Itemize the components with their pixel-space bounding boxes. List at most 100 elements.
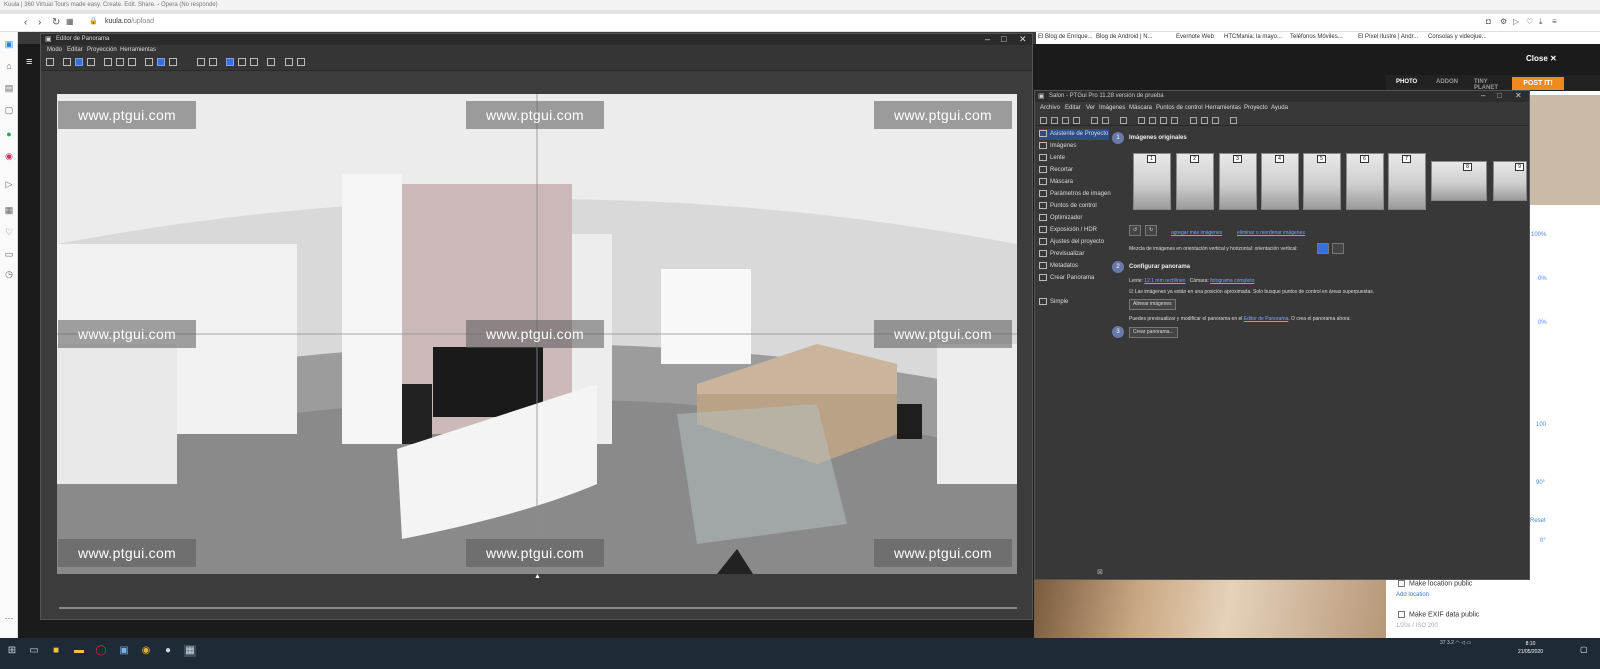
close-button[interactable]: Close ✕	[1526, 54, 1557, 63]
layers-icon[interactable]	[285, 58, 293, 66]
instagram-icon[interactable]: ◉	[3, 150, 15, 162]
close-icon[interactable]: ✕	[1515, 91, 1522, 100]
new-icon[interactable]	[1040, 117, 1047, 124]
news-icon[interactable]: ▤	[3, 82, 15, 94]
menu-icon[interactable]: ≡	[1552, 17, 1557, 26]
fit-icon[interactable]	[104, 58, 112, 66]
portrait-button[interactable]	[1317, 243, 1329, 254]
source-thumbnail[interactable]: 2	[1176, 153, 1214, 210]
undo-icon[interactable]	[1091, 117, 1098, 124]
help-icon[interactable]	[297, 58, 305, 66]
zoom-full-icon[interactable]	[1171, 117, 1178, 124]
menu-archivo[interactable]: Archivo	[1040, 105, 1060, 111]
source-thumbnail[interactable]: 1	[1133, 153, 1171, 210]
bookmark-item[interactable]: Teléfonos Móviles...	[1290, 34, 1343, 40]
add-location-link[interactable]: Add location	[1396, 592, 1429, 598]
source-thumbnail[interactable]: 3	[1219, 153, 1257, 210]
nav-recortar[interactable]: Recortar	[1039, 165, 1109, 176]
nav-metadatos[interactable]: Metadatos	[1039, 261, 1109, 272]
rotate-right-button[interactable]: ↻	[1145, 225, 1157, 236]
maximize-icon[interactable]: □	[1001, 34, 1006, 44]
sticky-notes-icon[interactable]: ■	[50, 645, 62, 657]
zoom-in-icon[interactable]	[1138, 117, 1145, 124]
sphere-icon[interactable]	[169, 58, 177, 66]
ptgui-app-icon[interactable]: ●	[162, 645, 174, 657]
bookmark-item[interactable]: El Blog de Enrique...	[1038, 34, 1093, 40]
clock[interactable]: 8:10 21/05/2020	[1518, 640, 1543, 656]
light-icon[interactable]	[1212, 117, 1219, 124]
back-icon[interactable]: ‹	[24, 17, 27, 28]
url-field[interactable]: kuula.co/upload	[105, 18, 154, 25]
workspaces-icon[interactable]: ▦	[3, 204, 15, 216]
camera-icon[interactable]: ◘	[1486, 17, 1491, 26]
tab-photo[interactable]: PHOTO	[1396, 79, 1417, 85]
source-thumbnail[interactable]: 4	[1261, 153, 1299, 210]
nav-ajustes[interactable]: Ajustes del proyecto	[1039, 237, 1109, 248]
panorama-editor-link[interactable]: Editor de Panorama	[1244, 316, 1288, 322]
minimize-icon[interactable]: –	[985, 34, 990, 44]
nav-parametros[interactable]: Parámetros de imagen	[1039, 189, 1111, 200]
reload-icon[interactable]: ↻	[52, 17, 60, 28]
source-thumbnail[interactable]: 7	[1388, 153, 1426, 210]
flat-icon[interactable]	[157, 58, 165, 66]
reset-link[interactable]: Reset	[1530, 518, 1546, 524]
landscape-button[interactable]	[1332, 243, 1344, 254]
nav-crear[interactable]: Crear Panorama	[1039, 273, 1109, 284]
fit-width-icon[interactable]	[116, 58, 124, 66]
bookmark-item[interactable]: Evernote Web	[1176, 34, 1214, 40]
minimize-icon[interactable]: –	[1481, 91, 1485, 100]
save-icon[interactable]	[1073, 117, 1080, 124]
nav-imagenes[interactable]: Imágenes	[1039, 141, 1109, 152]
nav-puntos[interactable]: Puntos de control	[1039, 201, 1109, 212]
speed-dial-icon[interactable]: ▣	[3, 38, 15, 50]
maximize-icon[interactable]: □	[1497, 91, 1502, 100]
nav-exposicion[interactable]: Exposición / HDR	[1039, 225, 1109, 236]
location-checkbox[interactable]	[1398, 580, 1405, 587]
panorama-preview[interactable]: www.ptgui.com www.ptgui.com www.ptgui.co…	[57, 94, 1017, 574]
add-images-link[interactable]: agregar más imágenes	[1171, 230, 1222, 236]
wifi-icon[interactable]: ◠	[1455, 640, 1459, 646]
move-icon[interactable]	[87, 58, 95, 66]
open-icon[interactable]	[1051, 117, 1058, 124]
photo-thumbnail[interactable]	[1530, 95, 1600, 205]
heart-icon[interactable]: ♡	[3, 226, 15, 238]
notifications-icon[interactable]: ▢	[1580, 645, 1588, 654]
close-icon[interactable]: ✕	[1019, 34, 1027, 45]
nav-lente[interactable]: Lente	[1039, 153, 1109, 164]
whatsapp-icon[interactable]: ●	[3, 128, 15, 140]
lens-link[interactable]: 12.1 mm rectilíneo	[1144, 278, 1185, 284]
zoom-fit-icon[interactable]	[1160, 117, 1167, 124]
menu-modo[interactable]: Modo	[47, 47, 62, 53]
menu-puntos-de-control[interactable]: Puntos de control	[1156, 105, 1203, 111]
source-thumbnail[interactable]: 6	[1346, 153, 1384, 210]
menu-mascara[interactable]: Máscara	[1129, 105, 1152, 111]
player-icon[interactable]: ▷	[3, 178, 15, 190]
exif-checkbox[interactable]	[1398, 611, 1405, 618]
settings-icon[interactable]	[1120, 117, 1127, 124]
bookmark-item[interactable]: Consolas y videojue...	[1428, 34, 1487, 40]
bag-icon[interactable]: ▢	[3, 104, 15, 116]
photoshop-icon[interactable]: ▣	[118, 645, 130, 657]
panorama-editor-icon[interactable]	[1190, 117, 1197, 124]
copy-icon[interactable]	[1062, 117, 1069, 124]
task-view-icon[interactable]: ▭	[28, 645, 40, 657]
compare-icon[interactable]	[250, 58, 258, 66]
redo-icon[interactable]	[1102, 117, 1109, 124]
undo-view-icon[interactable]	[46, 58, 54, 66]
heart-icon[interactable]: ♡	[1526, 17, 1533, 26]
windows-start-icon[interactable]: ⊞	[6, 645, 18, 657]
nav-asistente[interactable]: Asistente de Proyecto	[1039, 129, 1109, 140]
home-icon[interactable]: ⌂	[3, 60, 15, 72]
opera-icon[interactable]: ◯	[95, 645, 107, 657]
edit-mode-icon[interactable]	[75, 58, 83, 66]
bookmark-item[interactable]: El Píxel Ilustre | Andr...	[1358, 34, 1418, 40]
source-thumbnail[interactable]: 9	[1493, 161, 1527, 201]
nav-previsualizar[interactable]: Previsualizar	[1039, 249, 1109, 260]
resize-grip-icon[interactable]: ⊠	[1097, 568, 1103, 576]
nav-simple[interactable]: Simple	[1039, 297, 1109, 308]
tab-addon[interactable]: ADDON	[1436, 79, 1458, 85]
camera-link[interactable]: fotograma completo	[1210, 278, 1254, 284]
nav-optimizador[interactable]: Optimizador	[1039, 213, 1109, 224]
menu-editar[interactable]: Editar	[1065, 105, 1081, 111]
bookmark-item[interactable]: Blog de Android | N...	[1096, 34, 1153, 40]
